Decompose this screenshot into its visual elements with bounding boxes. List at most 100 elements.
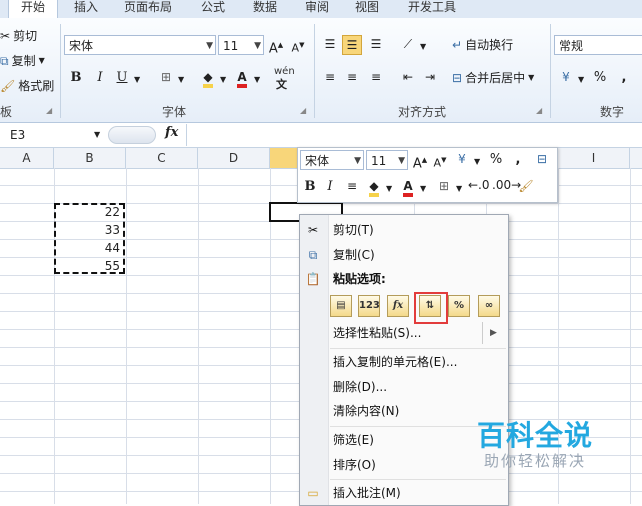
mini-bold-button[interactable]: B xyxy=(300,177,320,197)
dialog-launcher-icon[interactable]: ◢ xyxy=(300,104,306,118)
font-name-combo[interactable]: 宋体 ▼ xyxy=(64,35,216,55)
tab-review[interactable]: 审阅 xyxy=(305,0,329,18)
mini-grow-font-button[interactable]: A▲ xyxy=(410,150,430,171)
paste-formulas-icon[interactable]: fx xyxy=(387,295,409,317)
grid-line xyxy=(126,168,127,504)
tab-page-layout[interactable]: 页面布局 xyxy=(124,0,172,18)
formula-bar-splitter[interactable] xyxy=(108,126,156,144)
chevron-down-icon[interactable]: ▼ xyxy=(254,73,260,87)
menu-item-sort[interactable]: 排序(O) xyxy=(300,454,506,476)
align-left-button[interactable]: ≡ xyxy=(320,68,340,88)
percent-button[interactable]: % xyxy=(590,68,610,88)
mini-decrease-decimal-button[interactable]: .00→ xyxy=(492,177,521,197)
chevron-down-icon[interactable]: ▼ xyxy=(220,73,226,87)
menu-item-cut-label: 剪切(T) xyxy=(333,223,374,237)
cut-button[interactable]: ✂ 剪切 xyxy=(0,27,37,44)
column-header-a[interactable]: A xyxy=(0,148,54,168)
chevron-down-icon[interactable]: ▼ xyxy=(474,155,480,169)
tab-data[interactable]: 数据 xyxy=(253,0,277,18)
orientation-button[interactable]: ⟋ xyxy=(398,35,418,55)
menu-item-clear[interactable]: 清除内容(N) xyxy=(300,400,506,422)
underline-button[interactable]: U xyxy=(112,68,132,88)
align-center-button[interactable]: ≡ xyxy=(342,68,362,88)
chevron-down-icon[interactable]: ▼ xyxy=(386,182,392,196)
formula-input[interactable] xyxy=(186,124,642,146)
mini-italic-button[interactable]: I xyxy=(320,177,340,197)
cell-b5[interactable]: 44 xyxy=(54,241,120,255)
mini-font-name-combo[interactable]: 宋体 ▼ xyxy=(300,150,364,170)
mini-accounting-button[interactable]: ¥ xyxy=(452,150,472,170)
mini-percent-button[interactable]: % xyxy=(486,150,506,170)
chevron-down-icon[interactable]: ▼ xyxy=(178,73,184,87)
column-header-d[interactable]: D xyxy=(198,148,270,168)
copy-button[interactable]: ⧉ 复制 ▼ xyxy=(0,52,45,69)
align-right-button[interactable]: ≡ xyxy=(366,68,386,88)
increase-indent-button[interactable]: ⇥ xyxy=(420,68,440,88)
borders-button[interactable]: ⊞ xyxy=(156,68,176,88)
merge-center-label: 合并后居中 xyxy=(465,71,526,85)
insert-function-button[interactable]: fx xyxy=(165,125,178,140)
menu-item-insert-comment[interactable]: ▭ 插入批注(M) xyxy=(300,482,506,504)
phonetic-button[interactable]: wén xyxy=(274,66,295,77)
paste-link-icon[interactable]: ∞ xyxy=(478,295,500,317)
align-top-button[interactable]: ☰ xyxy=(320,35,340,55)
decrease-indent-button[interactable]: ⇤ xyxy=(398,68,418,88)
mini-center-button[interactable]: ≡ xyxy=(342,177,362,197)
menu-item-filter[interactable]: 筛选(E) xyxy=(300,429,506,451)
chevron-down-icon[interactable]: ▼ xyxy=(578,73,584,87)
mini-format-painter-button[interactable]: 🖌 xyxy=(516,177,536,197)
mini-comma-button[interactable]: , xyxy=(508,150,528,170)
mini-shrink-font-button[interactable]: A▼ xyxy=(430,150,450,170)
mini-format-cells-button[interactable]: ⊟ xyxy=(532,150,552,170)
menu-item-delete[interactable]: 删除(D)... xyxy=(300,376,506,398)
mini-font-color-button[interactable]: A xyxy=(398,177,418,197)
mini-fill-color-button[interactable]: ◆ xyxy=(364,177,384,197)
menu-item-cut[interactable]: ✂ 剪切(T) xyxy=(300,219,506,241)
accounting-format-button[interactable]: ¥ xyxy=(556,68,576,88)
menu-item-paste-special[interactable]: 选择性粘贴(S)... ▶ xyxy=(300,322,506,344)
dialog-launcher-icon[interactable]: ◢ xyxy=(536,104,542,118)
grow-font-button[interactable]: A▲ xyxy=(266,35,286,56)
bold-button[interactable]: B xyxy=(66,68,86,88)
fill-color-button[interactable]: ◆ xyxy=(198,68,218,88)
paste-values-icon[interactable]: 123 xyxy=(358,295,380,317)
align-bottom-button[interactable]: ☰ xyxy=(366,35,386,55)
paste-transpose-icon[interactable]: ⇅ xyxy=(419,295,441,317)
tab-developer[interactable]: 开发工具 xyxy=(408,0,456,18)
name-box[interactable]: E3 ▼ xyxy=(4,126,104,144)
tab-view[interactable]: 视图 xyxy=(355,0,379,18)
menu-item-copy[interactable]: ⧉ 复制(C) xyxy=(300,244,506,266)
dialog-launcher-icon[interactable]: ◢ xyxy=(46,104,52,118)
shrink-font-button[interactable]: A▼ xyxy=(288,35,308,55)
font-size-combo[interactable]: 11 ▼ xyxy=(218,35,264,55)
merge-center-button[interactable]: ⊟ 合并后居中 ▼ xyxy=(452,69,534,86)
cell-b3[interactable]: 22 xyxy=(54,205,120,219)
font-color-button[interactable]: A xyxy=(232,68,252,88)
tab-formulas[interactable]: 公式 xyxy=(201,0,225,18)
format-painter-button[interactable]: 🖌 格式刷 xyxy=(0,77,54,94)
italic-button[interactable]: I xyxy=(90,68,110,88)
menu-item-insert-copied-label: 插入复制的单元格(E)... xyxy=(333,355,458,369)
cell-b6[interactable]: 55 xyxy=(54,259,120,273)
column-header-i[interactable]: I xyxy=(558,148,630,168)
comma-button[interactable]: , xyxy=(614,68,634,88)
tab-home[interactable]: 开始 xyxy=(8,0,58,18)
mini-font-size-combo[interactable]: 11 ▼ xyxy=(366,150,408,170)
menu-item-insert-copied[interactable]: 插入复制的单元格(E)... xyxy=(300,351,506,373)
mini-increase-decimal-button[interactable]: ←.0 xyxy=(468,177,490,197)
mini-borders-button[interactable]: ⊞ xyxy=(434,177,454,197)
paste-formatting-icon[interactable]: % xyxy=(448,295,470,317)
align-middle-button[interactable]: ☰ xyxy=(342,35,362,55)
chevron-down-icon[interactable]: ▼ xyxy=(456,182,462,196)
chevron-down-icon[interactable]: ▼ xyxy=(420,40,426,54)
wrap-text-button[interactable]: ↵ 自动换行 xyxy=(452,36,513,53)
column-header-b[interactable]: B xyxy=(54,148,126,168)
column-header-c[interactable]: C xyxy=(126,148,198,168)
group-separator xyxy=(60,24,61,118)
chevron-down-icon[interactable]: ▼ xyxy=(420,182,426,196)
cell-b4[interactable]: 33 xyxy=(54,223,120,237)
tab-insert[interactable]: 插入 xyxy=(74,0,98,18)
number-format-combo[interactable]: 常规 xyxy=(554,35,642,55)
paste-icon[interactable]: ▤ xyxy=(330,295,352,317)
chevron-down-icon[interactable]: ▼ xyxy=(134,73,140,87)
